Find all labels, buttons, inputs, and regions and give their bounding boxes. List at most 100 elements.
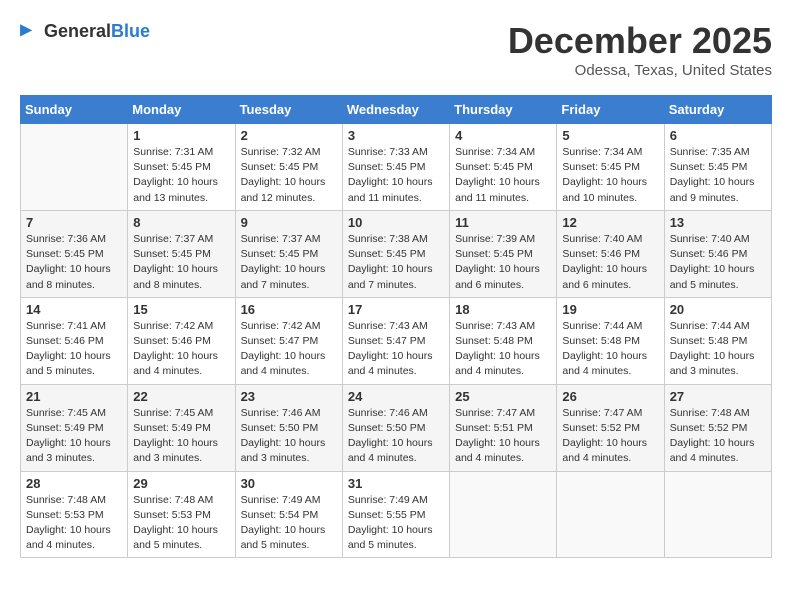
day-info: Sunrise: 7:49 AMSunset: 5:54 PMDaylight:… <box>241 493 337 554</box>
day-info: Sunrise: 7:42 AMSunset: 5:47 PMDaylight:… <box>241 319 337 380</box>
calendar-cell <box>450 471 557 558</box>
day-number: 5 <box>562 128 658 143</box>
day-number: 19 <box>562 302 658 317</box>
calendar-cell: 6 Sunrise: 7:35 AMSunset: 5:45 PMDaylight… <box>664 124 771 211</box>
calendar-cell: 31Sunrise: 7:49 AMSunset: 5:55 PMDayligh… <box>342 471 449 558</box>
day-number: 4 <box>455 128 551 143</box>
day-number: 10 <box>348 215 444 230</box>
calendar-cell: 22 Sunrise: 7:45 AMSunset: 5:49 PMDayligh… <box>128 384 235 471</box>
calendar-cell <box>557 471 664 558</box>
location-text: Odessa, Texas, United States <box>508 62 772 79</box>
day-number: 11 <box>455 215 551 230</box>
calendar-cell: 4 Sunrise: 7:34 AMSunset: 5:45 PMDaylight… <box>450 124 557 211</box>
day-info: Sunrise: 7:48 AMSunset: 5:53 PMDaylight:… <box>26 493 122 554</box>
day-number: 17 <box>348 302 444 317</box>
month-title: December 2025 <box>508 20 772 62</box>
calendar-cell: 28 Sunrise: 7:48 AMSunset: 5:53 PMDayligh… <box>21 471 128 558</box>
day-info: Sunrise: 7:41 AMSunset: 5:46 PMDaylight:… <box>26 319 122 380</box>
day-number: 21 <box>26 389 122 404</box>
page-header: ▶ GeneralBlue December 2025 Odessa, Texa… <box>20 20 772 79</box>
day-info: Sunrise: 7:37 AMSunset: 5:45 PMDaylight:… <box>241 232 337 293</box>
day-info: Sunrise: 7:32 AMSunset: 5:45 PMDaylight:… <box>241 145 337 206</box>
weekday-header-saturday: Saturday <box>664 96 771 124</box>
calendar-cell: 20Sunrise: 7:44 AMSunset: 5:48 PMDayligh… <box>664 297 771 384</box>
calendar-cell: 18Sunrise: 7:43 AMSunset: 5:48 PMDayligh… <box>450 297 557 384</box>
calendar-cell: 10 Sunrise: 7:38 AMSunset: 5:45 PMDayligh… <box>342 210 449 297</box>
day-info: Sunrise: 7:44 AMSunset: 5:48 PMDaylight:… <box>670 319 766 380</box>
day-info: Sunrise: 7:44 AMSunset: 5:48 PMDaylight:… <box>562 319 658 380</box>
day-info: Sunrise: 7:38 AMSunset: 5:45 PMDaylight:… <box>348 232 444 293</box>
weekday-header-thursday: Thursday <box>450 96 557 124</box>
day-number: 8 <box>133 215 229 230</box>
day-info: Sunrise: 7:33 AMSunset: 5:45 PMDaylight:… <box>348 145 444 206</box>
day-info: Sunrise: 7:34 AMSunset: 5:45 PMDaylight:… <box>562 145 658 206</box>
day-number: 27 <box>670 389 766 404</box>
calendar-cell: 8Sunrise: 7:37 AMSunset: 5:45 PMDaylight… <box>128 210 235 297</box>
calendar-cell: 24Sunrise: 7:46 AMSunset: 5:50 PMDayligh… <box>342 384 449 471</box>
day-number: 22 <box>133 389 229 404</box>
week-row-2: 7 Sunrise: 7:36 AMSunset: 5:45 PMDaylight… <box>21 210 772 297</box>
calendar-cell: 1Sunrise: 7:31 AMSunset: 5:45 PMDaylight… <box>128 124 235 211</box>
calendar-cell: 3 Sunrise: 7:33 AMSunset: 5:45 PMDaylight… <box>342 124 449 211</box>
calendar-cell: 27 Sunrise: 7:48 AMSunset: 5:52 PMDayligh… <box>664 384 771 471</box>
day-info: Sunrise: 7:47 AMSunset: 5:51 PMDaylight:… <box>455 406 551 467</box>
day-number: 7 <box>26 215 122 230</box>
calendar-cell: 11 Sunrise: 7:39 AMSunset: 5:45 PMDayligh… <box>450 210 557 297</box>
day-number: 14 <box>26 302 122 317</box>
day-number: 15 <box>133 302 229 317</box>
weekday-header-sunday: Sunday <box>21 96 128 124</box>
calendar-cell: 19 Sunrise: 7:44 AMSunset: 5:48 PMDayligh… <box>557 297 664 384</box>
day-number: 28 <box>26 476 122 491</box>
day-number: 23 <box>241 389 337 404</box>
calendar-cell: 25 Sunrise: 7:47 AMSunset: 5:51 PMDayligh… <box>450 384 557 471</box>
week-row-4: 21 Sunrise: 7:45 AMSunset: 5:49 PMDayligh… <box>21 384 772 471</box>
week-row-1: 1Sunrise: 7:31 AMSunset: 5:45 PMDaylight… <box>21 124 772 211</box>
day-number: 13 <box>670 215 766 230</box>
weekday-header-friday: Friday <box>557 96 664 124</box>
week-row-3: 14 Sunrise: 7:41 AMSunset: 5:46 PMDayligh… <box>21 297 772 384</box>
day-info: Sunrise: 7:46 AMSunset: 5:50 PMDaylight:… <box>241 406 337 467</box>
day-info: Sunrise: 7:36 AMSunset: 5:45 PMDaylight:… <box>26 232 122 293</box>
day-number: 6 <box>670 128 766 143</box>
day-info: Sunrise: 7:34 AMSunset: 5:45 PMDaylight:… <box>455 145 551 206</box>
day-info: Sunrise: 7:45 AMSunset: 5:49 PMDaylight:… <box>26 406 122 467</box>
day-info: Sunrise: 7:45 AMSunset: 5:49 PMDaylight:… <box>133 406 229 467</box>
calendar-cell: 12Sunrise: 7:40 AMSunset: 5:46 PMDayligh… <box>557 210 664 297</box>
day-number: 25 <box>455 389 551 404</box>
day-info: Sunrise: 7:48 AMSunset: 5:52 PMDaylight:… <box>670 406 766 467</box>
day-number: 16 <box>241 302 337 317</box>
day-number: 1 <box>133 128 229 143</box>
day-number: 18 <box>455 302 551 317</box>
calendar-cell: 21 Sunrise: 7:45 AMSunset: 5:49 PMDayligh… <box>21 384 128 471</box>
day-number: 30 <box>241 476 337 491</box>
day-number: 9 <box>241 215 337 230</box>
calendar-cell: 23 Sunrise: 7:46 AMSunset: 5:50 PMDayligh… <box>235 384 342 471</box>
day-info: Sunrise: 7:43 AMSunset: 5:47 PMDaylight:… <box>348 319 444 380</box>
calendar-table: SundayMondayTuesdayWednesdayThursdayFrid… <box>20 95 772 558</box>
logo: ▶ GeneralBlue <box>20 20 150 42</box>
calendar-cell: 17 Sunrise: 7:43 AMSunset: 5:47 PMDayligh… <box>342 297 449 384</box>
calendar-cell: 9 Sunrise: 7:37 AMSunset: 5:45 PMDaylight… <box>235 210 342 297</box>
day-info: Sunrise: 7:47 AMSunset: 5:52 PMDaylight:… <box>562 406 658 467</box>
svg-text:▶: ▶ <box>20 21 33 39</box>
day-number: 12 <box>562 215 658 230</box>
calendar-cell: 30 Sunrise: 7:49 AMSunset: 5:54 PMDayligh… <box>235 471 342 558</box>
day-number: 24 <box>348 389 444 404</box>
weekday-header-tuesday: Tuesday <box>235 96 342 124</box>
day-number: 26 <box>562 389 658 404</box>
day-info: Sunrise: 7:39 AMSunset: 5:45 PMDaylight:… <box>455 232 551 293</box>
day-info: Sunrise: 7:35 AMSunset: 5:45 PMDaylight:… <box>670 145 766 206</box>
weekday-header-row: SundayMondayTuesdayWednesdayThursdayFrid… <box>21 96 772 124</box>
calendar-cell: 26 Sunrise: 7:47 AMSunset: 5:52 PMDayligh… <box>557 384 664 471</box>
calendar-cell: 2 Sunrise: 7:32 AMSunset: 5:45 PMDaylight… <box>235 124 342 211</box>
day-info: Sunrise: 7:42 AMSunset: 5:46 PMDaylight:… <box>133 319 229 380</box>
day-number: 3 <box>348 128 444 143</box>
day-info: Sunrise: 7:48 AMSunset: 5:53 PMDaylight:… <box>133 493 229 554</box>
logo-blue-text: Blue <box>111 21 150 41</box>
calendar-cell: 16 Sunrise: 7:42 AMSunset: 5:47 PMDayligh… <box>235 297 342 384</box>
calendar-cell: 15 Sunrise: 7:42 AMSunset: 5:46 PMDayligh… <box>128 297 235 384</box>
day-number: 29 <box>133 476 229 491</box>
calendar-cell: 7 Sunrise: 7:36 AMSunset: 5:45 PMDaylight… <box>21 210 128 297</box>
day-number: 2 <box>241 128 337 143</box>
title-area: December 2025 Odessa, Texas, United Stat… <box>508 20 772 79</box>
